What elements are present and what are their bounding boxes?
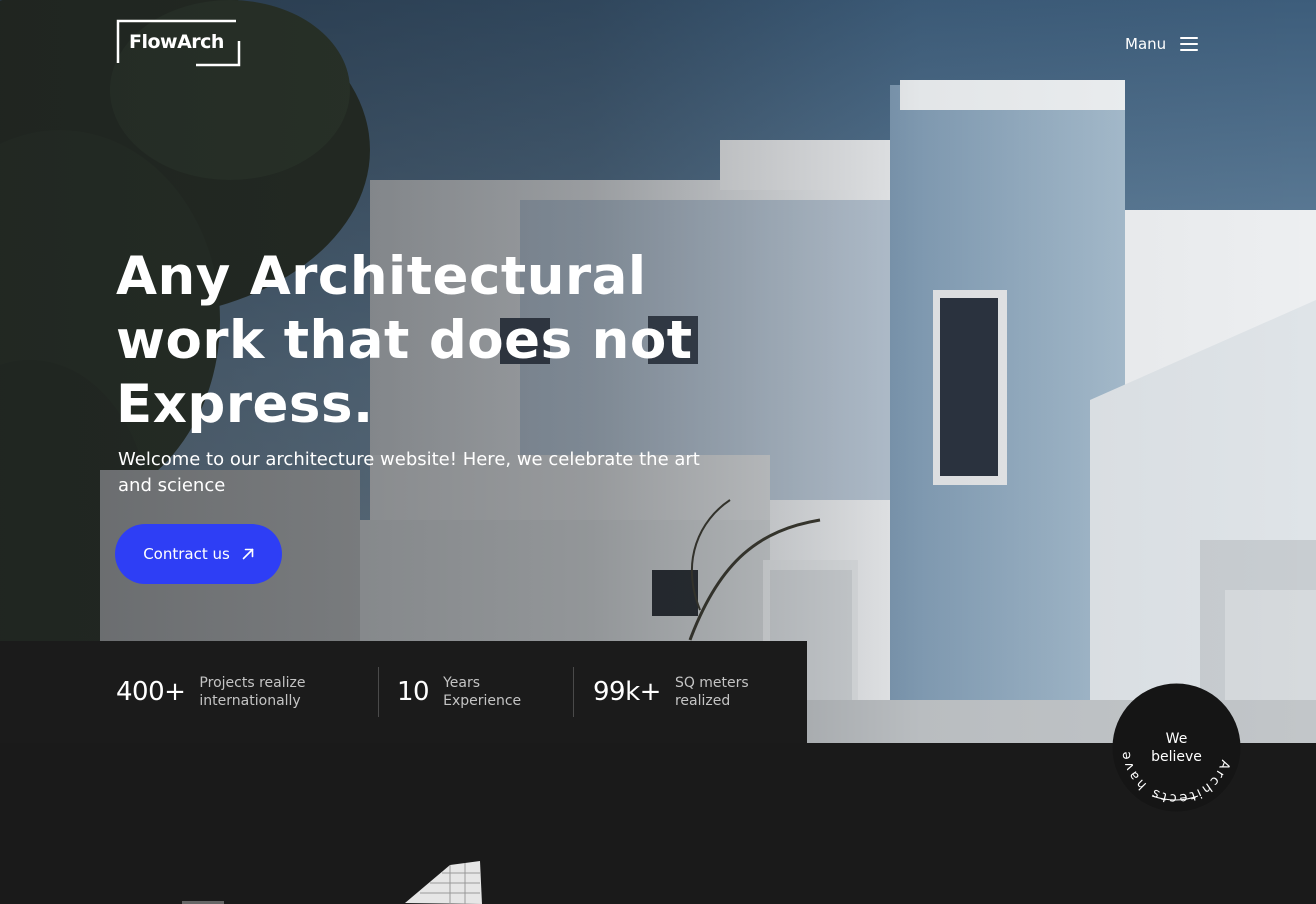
stats-bar: 400+ Projects realize internationally 10… [0,641,807,743]
stat-label-line: Experience [443,693,522,709]
badge-center-text: We believe [1112,730,1241,766]
hamburger-icon [1180,37,1199,51]
stat-projects: 400+ Projects realize internationally [116,667,305,717]
hero-headline: Any Architectural work that does not Exp… [116,245,756,437]
stat-experience: 10 Years Experience [397,667,521,717]
menu-button[interactable]: Manu [1125,32,1199,56]
contact-button[interactable]: Contract us [115,524,282,584]
stat-label-line: realized [674,693,731,709]
headline-line: work that does not [116,310,693,371]
stat-label: SQ meters realized [675,674,749,710]
stat-label: Years Experience [443,674,521,710]
stat-label-line: internationally [199,693,301,709]
section-preview-image [182,861,482,904]
stat-value: 400+ [116,677,186,707]
hero-subtitle: Welcome to our architecture website! Her… [118,449,700,496]
stat-label: Projects realize internationally [199,674,305,710]
rotating-badge[interactable]: Architects have responsibility We believ… [1107,672,1241,812]
headline-line: Any Architectural [116,246,647,307]
arrow-up-right-icon [242,548,254,560]
stat-divider [378,667,379,717]
menu-label: Manu [1125,35,1167,53]
badge-line: We [1165,731,1188,747]
stat-label-line: SQ meters [674,675,749,691]
stat-label-line: Years [443,675,481,691]
stat-label-line: Projects realize [199,675,306,691]
stat-area: 99k+ SQ meters realized [593,667,749,717]
stat-value: 99k+ [593,677,661,707]
stat-divider [573,667,574,717]
stat-value: 10 [397,677,430,707]
badge-line: believe [1151,749,1202,765]
contact-button-label: Contract us [143,545,230,563]
headline-line: Express. [116,374,374,435]
logo[interactable]: FlowArch [116,19,241,67]
logo-text: FlowArch [129,31,224,53]
